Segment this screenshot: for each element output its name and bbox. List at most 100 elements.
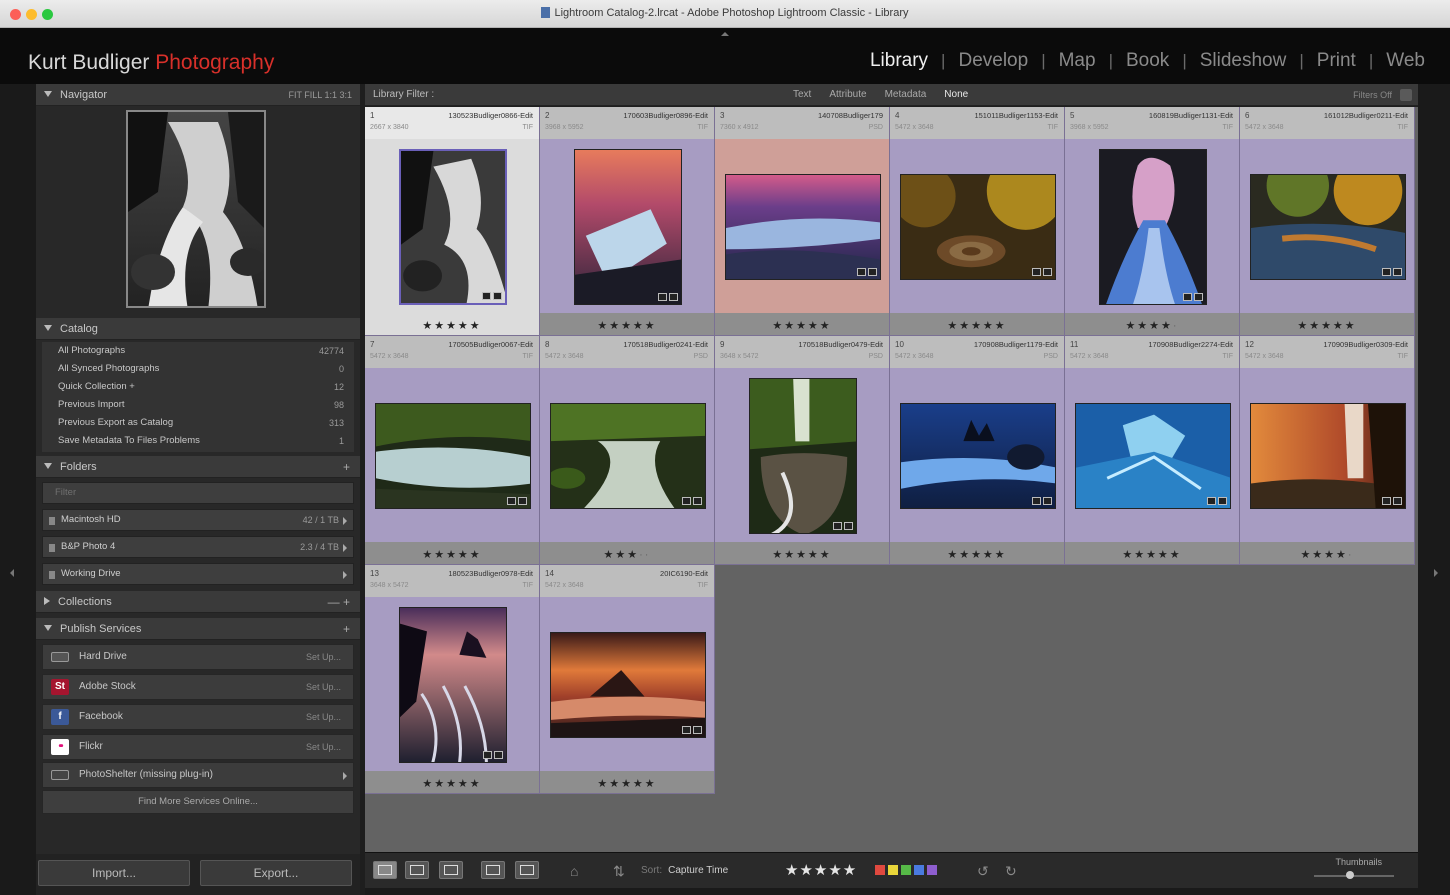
star-rating[interactable]: ★★★★·	[1240, 548, 1414, 561]
navigator-preview[interactable]	[126, 110, 266, 308]
volume-item[interactable]: Macintosh HD 42 / 1 TB	[42, 509, 354, 531]
rotate-left-icon[interactable]: ↺	[977, 863, 989, 880]
photo-thumbnail[interactable]	[725, 174, 881, 280]
collections-header[interactable]: Collections — +	[36, 591, 360, 613]
rotate-right-icon[interactable]: ↻	[1005, 863, 1017, 880]
catalog-item[interactable]: Previous Import 98	[42, 396, 354, 414]
catalog-item[interactable]: Save Metadata To Files Problems 1	[42, 432, 354, 450]
grid-cell[interactable]: 8 170518Budliger0241-Edit 5472 x 3648 PSD ★★…	[540, 336, 715, 565]
import-button[interactable]: Import...	[38, 860, 190, 886]
star-rating[interactable]: ★★★★★	[715, 319, 889, 332]
set-up-link[interactable]: Set Up...	[306, 735, 341, 759]
catalog-item[interactable]: All Photographs 42774	[42, 342, 354, 360]
metadata-badge-icon[interactable]	[482, 292, 491, 300]
slider-knob[interactable]	[1346, 871, 1355, 879]
grid-cell[interactable]: 1 130523Budliger0866-Edit 2667 x 3840 TIF ★★…	[365, 107, 540, 336]
star-rating[interactable]: ★★★★★	[1240, 319, 1414, 332]
develop-badge-icon[interactable]	[493, 292, 502, 300]
grid-cell[interactable]: 2 170603Budliger0896-Edit 3968 x 5952 TIF ★★…	[540, 107, 715, 336]
star-rating[interactable]: ★★★★★	[365, 777, 539, 790]
module-slideshow[interactable]: Slideshow	[1187, 50, 1300, 72]
metadata-badge-icon[interactable]	[1382, 268, 1391, 276]
metadata-badge-icon[interactable]	[658, 293, 667, 301]
develop-badge-icon[interactable]	[1393, 268, 1402, 276]
develop-badge-icon[interactable]	[1194, 293, 1203, 301]
star-rating[interactable]: ★★★★★	[540, 777, 714, 790]
right-panel-edge[interactable]	[1418, 84, 1450, 895]
photo-thumbnail[interactable]	[900, 174, 1056, 280]
metadata-badge-icon[interactable]	[1207, 497, 1216, 505]
grid-cell[interactable]: 4 151011Budliger1153-Edit 5472 x 3648 TIF ★★…	[890, 107, 1065, 336]
lock-icon[interactable]	[1400, 89, 1412, 101]
photo-thumbnail[interactable]	[1250, 174, 1406, 280]
grid-cell[interactable]: 5 160819Budliger1131-Edit 3968 x 5952 TIF ★★…	[1065, 107, 1240, 336]
grid-view-button[interactable]	[373, 861, 397, 879]
develop-badge-icon[interactable]	[844, 522, 853, 530]
set-up-link[interactable]: Set Up...	[306, 675, 341, 699]
metadata-badge-icon[interactable]	[1032, 497, 1041, 505]
module-print[interactable]: Print	[1304, 50, 1369, 72]
module-library[interactable]: Library	[857, 50, 941, 72]
metadata-badge-icon[interactable]	[1382, 497, 1391, 505]
star-rating[interactable]: ★★★★★	[540, 319, 714, 332]
star-rating[interactable]: ★★★★★	[1065, 548, 1239, 561]
left-panel-edge[interactable]	[0, 84, 36, 895]
grid-cell[interactable]: 10 170908Budliger1179-Edit 5472 x 3648 PSD ★…	[890, 336, 1065, 565]
grid-cell[interactable]: 6 161012Budliger0211-Edit 5472 x 3648 TIF ★★…	[1240, 107, 1415, 336]
metadata-badge-icon[interactable]	[483, 751, 492, 759]
survey-view-button[interactable]	[481, 861, 505, 879]
grid-cell[interactable]: 9 170518Budliger0479-Edit 3648 x 5472 PSD ★★…	[715, 336, 890, 565]
color-label-1[interactable]	[888, 865, 898, 875]
publish-service-hard-drive[interactable]: Hard Drive Set Up...	[42, 644, 354, 670]
filter-option-text[interactable]: Text	[793, 84, 811, 106]
color-label-0[interactable]	[875, 865, 885, 875]
add-publish-service-icon[interactable]: +	[343, 618, 350, 640]
photo-thumbnail[interactable]	[574, 149, 682, 305]
module-develop[interactable]: Develop	[945, 50, 1041, 72]
photo-thumbnail[interactable]	[375, 403, 531, 509]
photo-thumbnail[interactable]	[399, 149, 507, 305]
develop-badge-icon[interactable]	[494, 751, 503, 759]
catalog-item[interactable]: Quick Collection + 12	[42, 378, 354, 396]
find-more-services-button[interactable]: Find More Services Online...	[42, 790, 354, 814]
filter-option-attribute[interactable]: Attribute	[829, 84, 866, 106]
color-label-3[interactable]	[914, 865, 924, 875]
painter-icon[interactable]: ⌂	[570, 863, 578, 879]
sort-control[interactable]: Sort: Capture Time	[641, 865, 728, 876]
set-up-link[interactable]: Set Up...	[306, 705, 341, 729]
develop-badge-icon[interactable]	[518, 497, 527, 505]
folders-header[interactable]: Folders +	[36, 456, 360, 478]
star-rating[interactable]: ★★★★★	[890, 319, 1064, 332]
metadata-badge-icon[interactable]	[682, 497, 691, 505]
develop-badge-icon[interactable]	[1043, 268, 1052, 276]
module-map[interactable]: Map	[1046, 50, 1109, 72]
sort-direction-icon[interactable]: ⇅	[613, 863, 625, 880]
add-folder-icon[interactable]: +	[343, 456, 350, 478]
filter-option-none[interactable]: None	[944, 84, 968, 106]
thumbnail-size-slider[interactable]	[1314, 871, 1394, 879]
set-up-link[interactable]: Set Up...	[306, 645, 341, 669]
expand-triangle-icon[interactable]	[343, 544, 347, 552]
star-rating[interactable]: ★★★★★	[365, 319, 539, 332]
grid-cell[interactable]: 11 170908Budliger2274-Edit 5472 x 3648 TIF ★…	[1065, 336, 1240, 565]
star-rating[interactable]: ★★★★★	[715, 548, 889, 561]
filter-presets-dropdown[interactable]: Filters Off	[1353, 84, 1392, 106]
publish-service-adobe-stock[interactable]: St Adobe Stock Set Up...	[42, 674, 354, 700]
star-rating[interactable]: ★★★··	[540, 548, 714, 561]
publish-service-folder[interactable]: PhotoShelter (missing plug-in)	[42, 762, 354, 788]
expand-right-panel-icon[interactable]	[1434, 569, 1438, 577]
metadata-badge-icon[interactable]	[507, 497, 516, 505]
develop-badge-icon[interactable]	[1218, 497, 1227, 505]
develop-badge-icon[interactable]	[669, 293, 678, 301]
module-web[interactable]: Web	[1373, 50, 1438, 72]
folders-filter-input[interactable]: Filter	[42, 482, 354, 504]
grid-cell[interactable]: 3 140708Budliger179 7360 x 4912 PSD ★★★★★	[715, 107, 890, 336]
collapse-top-panel-icon[interactable]	[721, 32, 729, 36]
module-book[interactable]: Book	[1113, 50, 1182, 72]
loupe-view-button[interactable]	[405, 861, 429, 879]
publish-services-header[interactable]: Publish Services +	[36, 618, 360, 640]
catalog-item[interactable]: Previous Export as Catalog 313	[42, 414, 354, 432]
color-label-4[interactable]	[927, 865, 937, 875]
star-rating[interactable]: ★★★★·	[1065, 319, 1239, 332]
develop-badge-icon[interactable]	[693, 726, 702, 734]
